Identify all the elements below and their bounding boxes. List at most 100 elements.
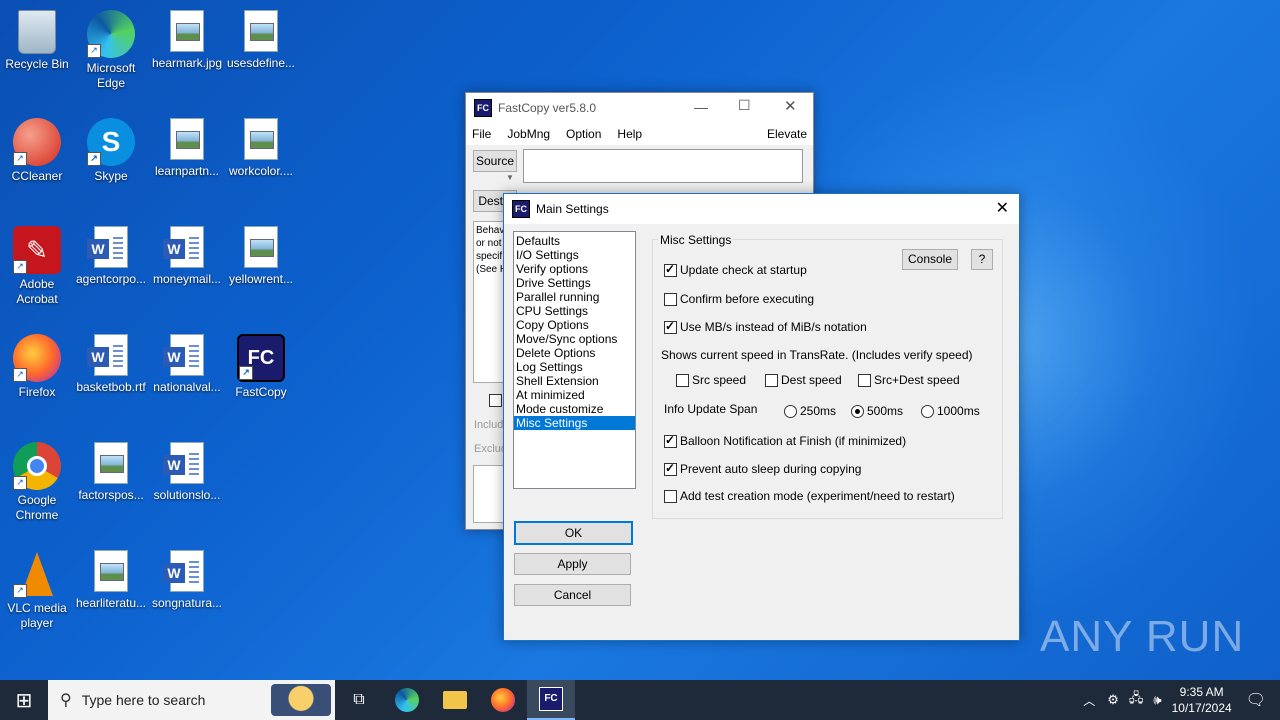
desktop-icon-recycle-bin[interactable]: Recycle Bin xyxy=(0,6,75,72)
mbs-notation-option[interactable]: Use MB/s instead of MiB/s notation xyxy=(664,319,867,335)
checkbox-box[interactable] xyxy=(765,374,778,388)
desktop-icon-workcolor[interactable]: workcolor.... xyxy=(223,114,299,179)
desktop-icon-ccleaner[interactable]: ↗ CCleaner xyxy=(0,114,75,184)
desktop-icon-adobe-acrobat[interactable]: ✎ ↗ Adobe Acrobat xyxy=(0,222,75,307)
console-button[interactable]: Console xyxy=(902,249,958,270)
desktop-icon-moneymail[interactable]: W moneymail... xyxy=(149,222,225,287)
help-button[interactable]: ? xyxy=(971,249,993,270)
desktop-icon-usesdefine[interactable]: usesdefine... xyxy=(223,6,299,71)
settings-nav-item[interactable]: I/O Settings xyxy=(514,248,635,262)
settings-nav-item[interactable]: Copy Options xyxy=(514,318,635,332)
desktop-icon-fastcopy[interactable]: FC ↗ FastCopy xyxy=(223,330,299,400)
settings-nav-item[interactable]: Move/Sync options xyxy=(514,332,635,346)
volume-icon[interactable]: 🕪 xyxy=(1153,692,1161,708)
checkbox-box[interactable] xyxy=(676,374,689,388)
image-file-icon xyxy=(244,226,278,268)
balloon-option[interactable]: Balloon Notification at Finish (if minim… xyxy=(664,433,906,449)
checkbox-box[interactable] xyxy=(664,293,677,307)
minimize-icon[interactable]: — xyxy=(694,99,708,115)
main-settings-dialog[interactable]: FC Main Settings ✕ Defaults I/O Settings V… xyxy=(503,193,1020,641)
source-path-input[interactable] xyxy=(523,149,803,183)
network-icon[interactable]: 🖧 xyxy=(1129,689,1144,711)
file-explorer-icon[interactable] xyxy=(431,680,479,720)
firefox-taskbar-icon[interactable] xyxy=(479,680,527,720)
notification-icon[interactable]: 🗨 xyxy=(1246,690,1266,710)
desktop-icon-songnatura[interactable]: W songnatura... xyxy=(149,546,225,611)
settings-nav-item[interactable]: Delete Options xyxy=(514,346,635,360)
span-1000ms-option[interactable]: 1000ms xyxy=(921,404,980,419)
span-250ms-option[interactable]: 250ms xyxy=(784,404,836,419)
close-icon[interactable]: ✕ xyxy=(996,198,1009,218)
ok-button[interactable]: OK xyxy=(514,521,633,545)
checkbox-box[interactable] xyxy=(664,433,677,449)
tray-app-icon[interactable]: ⚙ xyxy=(1107,692,1119,708)
desktop-icon-firefox[interactable]: ↗ Firefox xyxy=(0,330,75,400)
menu-file[interactable]: File xyxy=(472,127,491,141)
desktop-icon-solutionslo[interactable]: W solutionslo... xyxy=(149,438,225,503)
settings-nav-item[interactable]: Drive Settings xyxy=(514,276,635,290)
edge-taskbar-icon[interactable] xyxy=(383,680,431,720)
settings-nav-item[interactable]: Parallel running xyxy=(514,290,635,304)
update-check-option[interactable]: Update check at startup xyxy=(664,262,807,278)
icon-label: Firefox xyxy=(18,385,56,399)
settings-nav-list[interactable]: Defaults I/O Settings Verify options Drive … xyxy=(513,231,636,489)
desktop-icon-factorspos[interactable]: factorspos... xyxy=(73,438,149,503)
prevent-sleep-option[interactable]: Prevent auto sleep during copying xyxy=(664,461,861,477)
checkbox-box[interactable] xyxy=(664,262,677,278)
desktop-icon-learnpartn[interactable]: learnpartn... xyxy=(149,114,225,179)
menu-help[interactable]: Help xyxy=(617,127,642,141)
menu-elevate[interactable]: Elevate xyxy=(767,127,807,141)
desktop-icon-yellowrent[interactable]: yellowrent... xyxy=(223,222,299,287)
desktop-icon-microsoft-edge[interactable]: ↗ Microsoft Edge xyxy=(73,6,149,91)
srcdest-speed-option[interactable]: Src+Dest speed xyxy=(858,373,960,388)
cancel-button[interactable]: Cancel xyxy=(514,584,631,606)
settings-nav-item[interactable]: At minimized xyxy=(514,388,635,402)
settings-nav-item[interactable]: Log Settings xyxy=(514,360,635,374)
fastcopy-taskbar-icon[interactable]: FC xyxy=(527,680,575,720)
clock[interactable]: 9:35 AM 10/17/2024 xyxy=(1172,684,1232,716)
start-button[interactable]: ⊞ xyxy=(0,680,48,720)
apply-button[interactable]: Apply xyxy=(514,553,631,575)
src-speed-option[interactable]: Src speed xyxy=(676,373,746,388)
test-mode-option[interactable]: Add test creation mode (experiment/need … xyxy=(664,489,955,504)
search-icon: ⚲ xyxy=(60,692,72,709)
checkbox-box[interactable] xyxy=(664,490,677,504)
span-500ms-option[interactable]: 500ms xyxy=(851,404,903,419)
radio-button[interactable] xyxy=(784,405,797,419)
settings-nav-item[interactable]: Mode customize xyxy=(514,402,635,416)
chrome-icon: ↗ xyxy=(13,442,61,490)
desktop-icon-google-chrome[interactable]: ↗ Google Chrome xyxy=(0,438,75,523)
desktop-icon-vlc[interactable]: ↗ VLC media player xyxy=(0,546,75,631)
desktop-icon-skype[interactable]: S ↗ Skype xyxy=(73,114,149,184)
settings-nav-item[interactable]: Defaults xyxy=(514,234,635,248)
checkbox-box[interactable] xyxy=(489,394,502,408)
taskbar-search[interactable]: ⚲ Type here to search xyxy=(48,680,335,720)
radio-button[interactable] xyxy=(851,405,864,419)
checkbox-box[interactable] xyxy=(664,319,677,335)
source-button[interactable]: Source xyxy=(473,150,517,172)
desktop-icon-hearliteratu[interactable]: hearliteratu... xyxy=(73,546,149,611)
menu-jobmng[interactable]: JobMng xyxy=(507,127,550,141)
checkbox-box[interactable] xyxy=(858,374,871,388)
task-view-icon[interactable]: ⧉ xyxy=(335,680,383,720)
desktop-icon-hearmark[interactable]: hearmark.jpg xyxy=(149,6,225,71)
confirm-option[interactable]: Confirm before executing xyxy=(664,292,814,307)
fastcopy-titlebar[interactable]: FC FastCopy ver5.8.0 — ☐ ✕ xyxy=(466,93,813,123)
close-icon[interactable]: ✕ xyxy=(784,97,797,115)
source-dropdown-icon[interactable]: ▼ xyxy=(506,173,516,183)
settings-titlebar[interactable]: FC Main Settings ✕ xyxy=(504,194,1019,224)
clock-date: 10/17/2024 xyxy=(1171,701,1232,715)
settings-nav-item[interactable]: CPU Settings xyxy=(514,304,635,318)
desktop-icon-agentcorpo[interactable]: W agentcorpo... xyxy=(73,222,149,287)
checkbox-box[interactable] xyxy=(664,461,677,477)
menu-option[interactable]: Option xyxy=(566,127,601,141)
radio-button[interactable] xyxy=(921,405,934,419)
settings-nav-item[interactable]: Misc Settings xyxy=(514,416,635,430)
maximize-icon[interactable]: ☐ xyxy=(738,97,751,114)
desktop-icon-basketbob[interactable]: W basketbob.rtf xyxy=(73,330,149,395)
dest-speed-option[interactable]: Dest speed xyxy=(765,373,842,388)
tray-chevron-icon[interactable]: ︿ xyxy=(1083,692,1095,709)
settings-nav-item[interactable]: Verify options xyxy=(514,262,635,276)
settings-nav-item[interactable]: Shell Extension xyxy=(514,374,635,388)
desktop-icon-nationalval[interactable]: W nationalval... xyxy=(149,330,225,395)
